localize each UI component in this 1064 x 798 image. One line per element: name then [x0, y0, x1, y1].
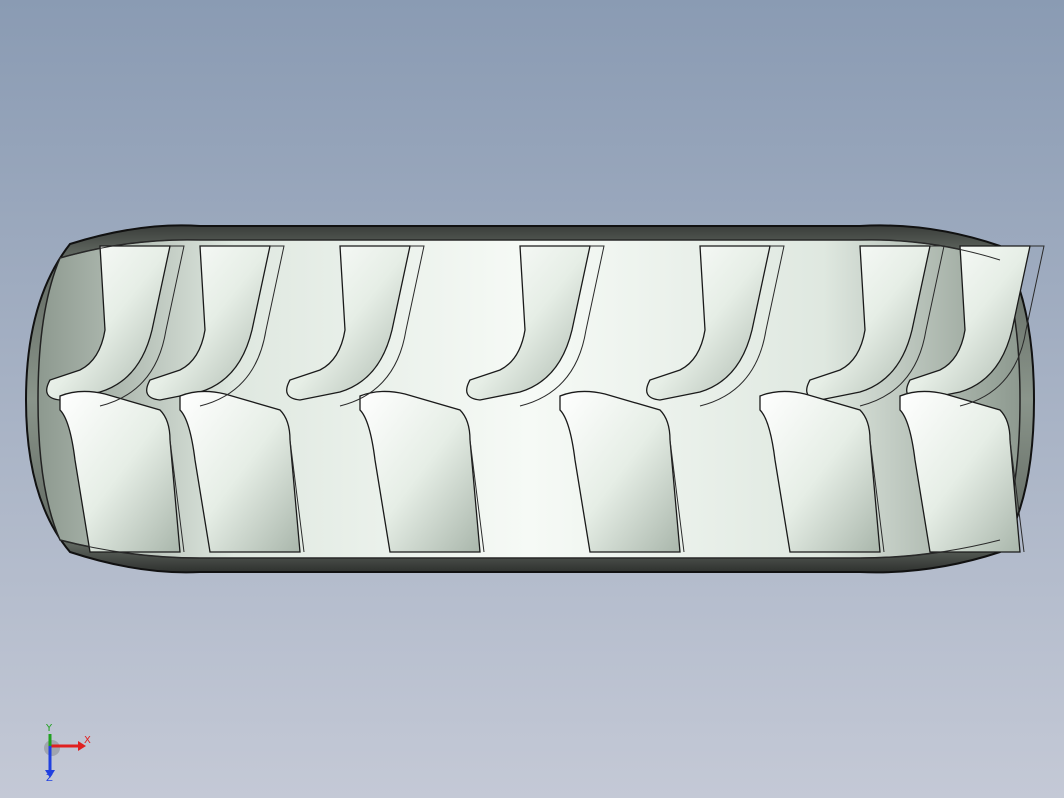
triad-x-label: X	[84, 735, 91, 746]
triad-z-label: Z	[46, 773, 53, 784]
triad-y-label: Y	[46, 723, 53, 734]
coordinate-triad: X Y Z	[38, 724, 98, 790]
graphics-viewport[interactable]: X Y Z	[0, 0, 1064, 798]
tire-model[interactable]	[0, 0, 1064, 798]
